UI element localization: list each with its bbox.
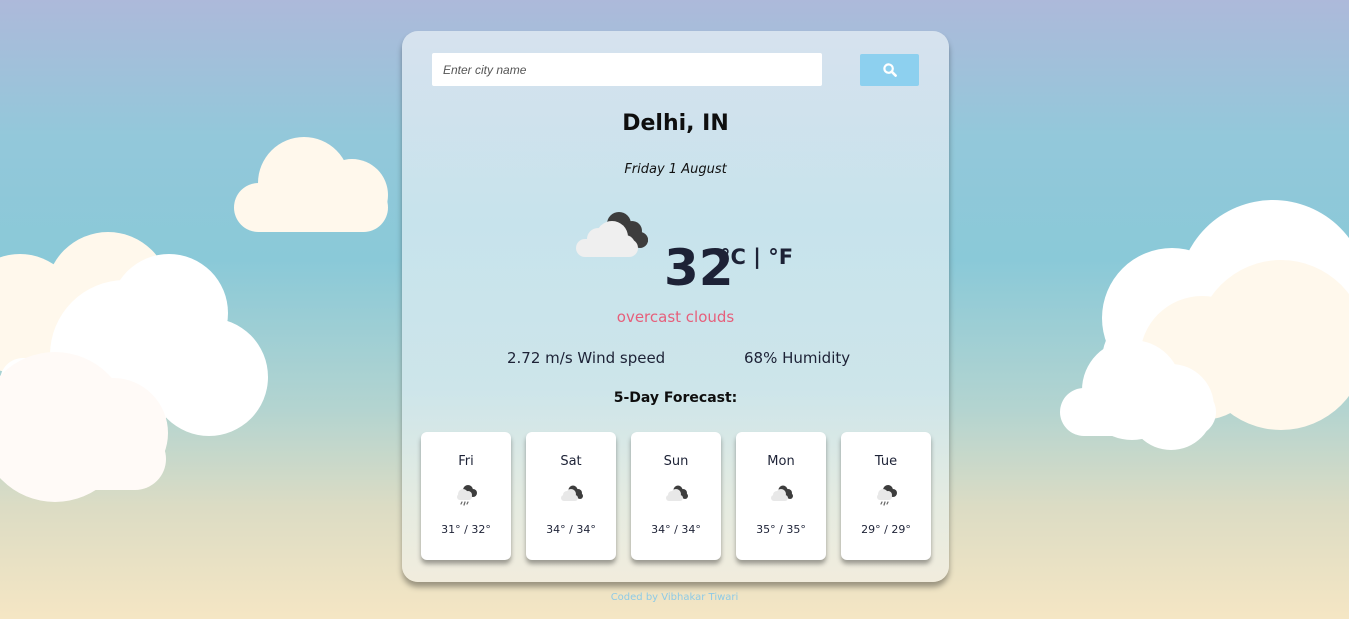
overcast-clouds-icon [576, 212, 648, 257]
wind-speed: 2.72 m/s Wind speed [507, 349, 666, 367]
rain-cloud-icon [457, 485, 477, 506]
forecast-temps: 29° / 29° [861, 523, 911, 536]
forecast-card-sat: Sat 34° / 34° [526, 432, 616, 560]
forecast-day: Sat [560, 454, 582, 469]
forecast-day: Mon [767, 454, 795, 469]
current-date: Friday 1 August [624, 162, 727, 177]
background-cloud-right [1060, 200, 1349, 450]
overcast-clouds-icon [666, 485, 688, 501]
forecast-day: Fri [458, 454, 474, 469]
footer-credit: Coded by Vibhakar Tiwari [610, 592, 739, 603]
forecast-card-tue: Tue 29° / 29° [841, 432, 931, 560]
city-search-input[interactable] [432, 53, 822, 86]
humidity: 68% Humidity [744, 349, 851, 367]
background-cloud-small [234, 137, 390, 233]
forecast-temps: 31° / 32° [441, 523, 491, 536]
forecast-day: Sun [663, 454, 689, 469]
overcast-clouds-icon [561, 485, 583, 501]
forecast-temps: 34° / 34° [651, 523, 701, 536]
forecast-card-mon: Mon 35° / 35° [736, 432, 826, 560]
unit-toggle: °C | °F [720, 245, 793, 269]
background-cloud-left [0, 232, 270, 502]
unit-separator: | [753, 245, 761, 269]
forecast-title: 5-Day Forecast: [613, 390, 738, 406]
rain-cloud-icon [877, 485, 897, 506]
celsius-toggle[interactable]: °C [720, 245, 746, 269]
weather-description: overcast clouds [616, 308, 735, 326]
forecast-temps: 35° / 35° [756, 523, 806, 536]
search-icon [882, 63, 897, 77]
forecast-card-sun: Sun 34° / 34° [631, 432, 721, 560]
weather-card: Delhi, IN Friday 1 August 32 °C | °F ove… [402, 31, 949, 582]
search-button[interactable] [860, 54, 919, 86]
fahrenheit-toggle[interactable]: °F [768, 245, 793, 269]
overcast-clouds-icon [771, 485, 793, 501]
forecast-day: Tue [874, 454, 898, 469]
forecast-temps: 34° / 34° [546, 523, 596, 536]
forecast-card-fri: Fri 31° / 32° [421, 432, 511, 560]
city-name: Delhi, IN [622, 111, 729, 136]
